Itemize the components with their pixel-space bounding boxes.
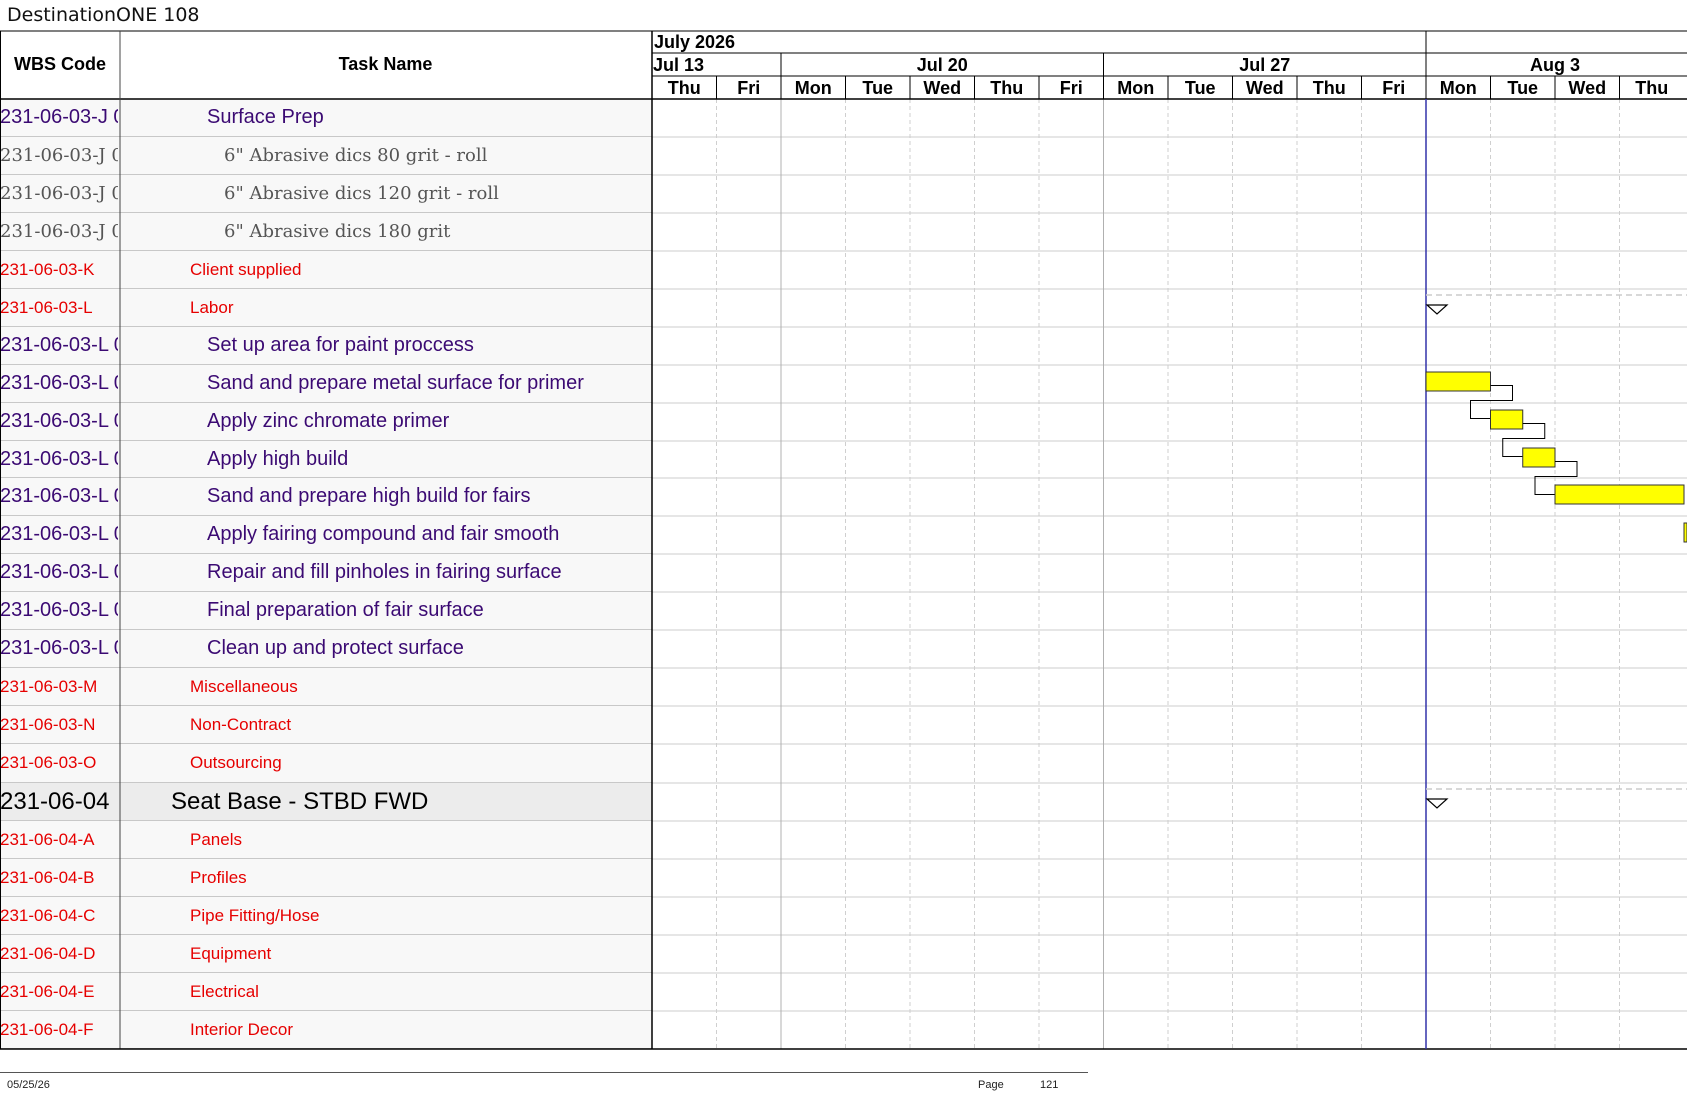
week-label: Jul 27 — [1239, 55, 1290, 75]
day-label: Tue — [1185, 78, 1216, 98]
day-label: Mon — [1117, 78, 1154, 98]
day-label: Fri — [1060, 78, 1083, 98]
day-label: Thu — [1313, 78, 1346, 98]
footer-page-label: Page — [978, 1079, 1004, 1091]
task-bar — [1522, 447, 1556, 468]
week-label: Jul 20 — [917, 55, 968, 75]
week-label: Aug 3 — [1530, 55, 1580, 75]
footer-page-number: 121 — [1040, 1079, 1059, 1091]
task-bar — [1425, 371, 1491, 392]
day-label: Fri — [1382, 78, 1405, 98]
day-label: Fri — [737, 78, 760, 98]
day-label: Wed — [923, 78, 961, 98]
month-label: July 2026 — [654, 32, 735, 52]
day-label: Thu — [1635, 78, 1668, 98]
day-label: Thu — [990, 78, 1023, 98]
gantt-grid-background — [652, 99, 1687, 1049]
day-label: Mon — [1440, 78, 1477, 98]
week-label: Jul 13 — [653, 55, 704, 75]
day-label: Thu — [668, 78, 701, 98]
footer-date: 05/25/26 — [7, 1079, 50, 1091]
task-bar — [1554, 484, 1685, 505]
day-label: Tue — [862, 78, 893, 98]
day-label: Wed — [1246, 78, 1284, 98]
day-label: Tue — [1507, 78, 1538, 98]
task-bar — [1490, 409, 1524, 430]
day-label: Mon — [795, 78, 832, 98]
day-label: Wed — [1568, 78, 1606, 98]
gantt-chart: July 2026 Jul 13 Jul 20 Jul 27 Aug 3 Thu Fri Mo… — [0, 30, 1687, 1050]
footer-divider — [0, 1072, 1088, 1073]
